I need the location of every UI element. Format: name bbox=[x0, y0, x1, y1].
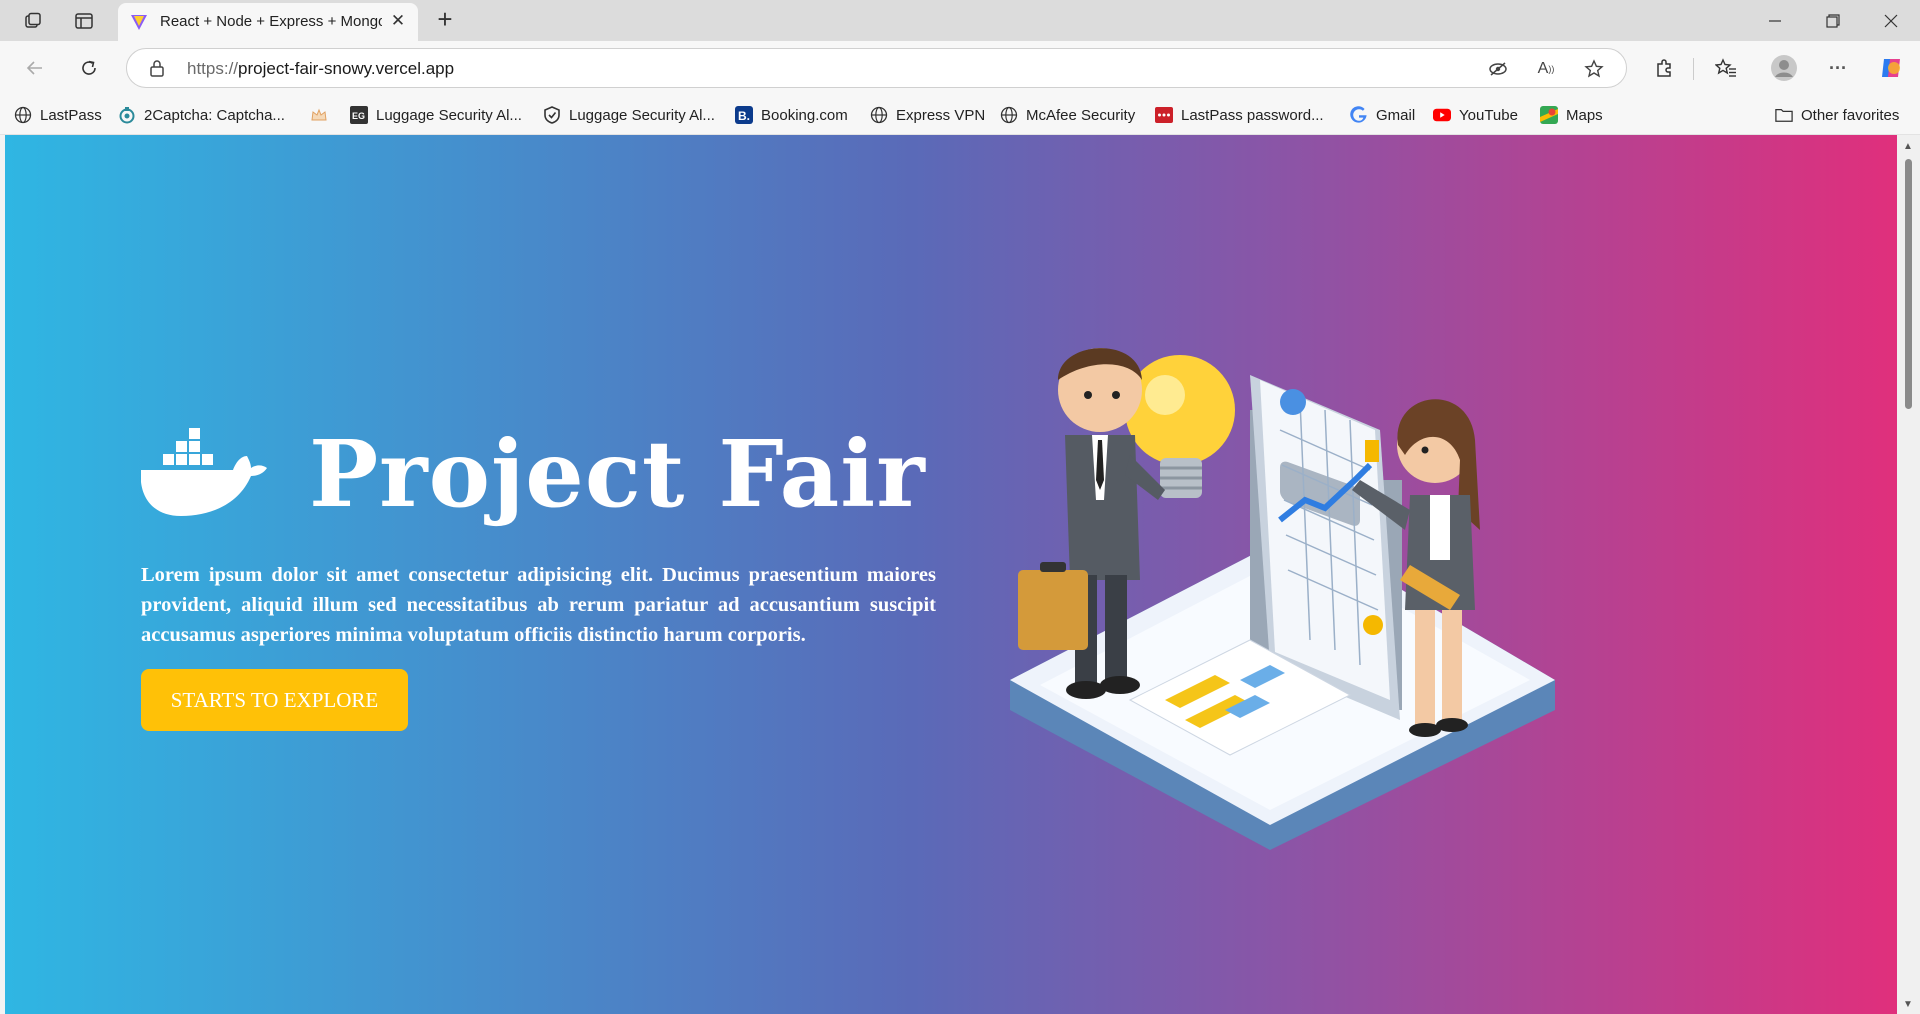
bookmark-gmail[interactable]: Gmail bbox=[1350, 101, 1415, 129]
refresh-icon[interactable] bbox=[74, 53, 104, 83]
folder-icon bbox=[1775, 106, 1793, 124]
crown-icon bbox=[310, 106, 328, 124]
bookmark-booking[interactable]: B. Booking.com bbox=[735, 101, 848, 129]
bookmark-2captcha[interactable]: 2Captcha: Captcha... bbox=[118, 101, 285, 129]
bookmark-crown[interactable] bbox=[310, 101, 336, 129]
vertical-scrollbar[interactable]: ▲ ▼ bbox=[1897, 135, 1920, 1014]
globe-icon bbox=[14, 106, 32, 124]
bookmark-label: 2Captcha: Captcha... bbox=[144, 106, 285, 124]
extensions-icon[interactable] bbox=[1649, 53, 1679, 83]
lock-icon[interactable] bbox=[149, 59, 165, 82]
page-title: Project Fair bbox=[309, 420, 926, 528]
other-favorites[interactable]: Other favorites bbox=[1775, 101, 1899, 129]
read-aloud-icon[interactable]: A)) bbox=[1535, 58, 1557, 80]
docker-whale-icon bbox=[141, 426, 269, 523]
new-tab-button[interactable]: + bbox=[430, 6, 460, 36]
minimize-icon[interactable] bbox=[1755, 6, 1795, 36]
vertical-tabs-icon[interactable] bbox=[69, 6, 99, 36]
url-text[interactable]: https://project-fair-snowy.vercel.app bbox=[187, 59, 454, 79]
favorite-star-icon[interactable] bbox=[1583, 58, 1605, 80]
hero-description: Lorem ipsum dolor sit amet consectetur a… bbox=[141, 564, 936, 646]
bookmark-express-vpn[interactable]: Express VPN bbox=[870, 101, 985, 129]
bookmark-label: YouTube bbox=[1459, 106, 1518, 124]
bookmarks-bar: LastPass 2Captcha: Captcha... EG Luggage… bbox=[0, 95, 1920, 135]
bookmark-label: LastPass password... bbox=[1181, 106, 1324, 124]
svg-text:B.: B. bbox=[738, 109, 750, 123]
copilot-icon[interactable] bbox=[1876, 53, 1906, 83]
globe-icon bbox=[1000, 106, 1018, 124]
active-tab[interactable]: React + Node + Express + MongoDB ✕ bbox=[118, 3, 418, 41]
bookmark-label: Express VPN bbox=[896, 106, 986, 124]
scrollbar-thumb[interactable] bbox=[1905, 159, 1912, 409]
booking-icon: B. bbox=[735, 106, 753, 124]
bookmark-youtube[interactable]: YouTube bbox=[1433, 101, 1518, 129]
bookmark-luggage-security-2[interactable]: Luggage Security Al... bbox=[543, 101, 715, 129]
scroll-up-arrow-icon[interactable]: ▲ bbox=[1903, 141, 1913, 152]
google-icon bbox=[1350, 106, 1368, 124]
bookmark-lastpass-password[interactable]: LastPass password... bbox=[1155, 101, 1324, 129]
svg-text:EG: EG bbox=[352, 111, 365, 121]
explore-button[interactable]: STARTS TO EXPLORE bbox=[141, 669, 408, 731]
tab-title: React + Node + Express + MongoDB bbox=[160, 13, 382, 30]
scroll-down-arrow-icon[interactable]: ▼ bbox=[1903, 999, 1913, 1010]
eg-icon: EG bbox=[350, 106, 368, 124]
tracking-prevention-icon[interactable] bbox=[1487, 58, 1509, 80]
bookmark-label: McAfee Security bbox=[1026, 106, 1136, 124]
toolbar-divider bbox=[1693, 58, 1694, 80]
vite-icon bbox=[130, 13, 148, 36]
tab-bar: React + Node + Express + MongoDB ✕ + bbox=[0, 0, 1920, 41]
nav-bar: https://project-fair-snowy.vercel.app A)… bbox=[0, 41, 1920, 95]
hero-section: Project Fair Lorem ipsum dolor sit amet … bbox=[5, 135, 1897, 1014]
close-tab-icon[interactable]: ✕ bbox=[388, 11, 408, 31]
bookmark-label: LastPass bbox=[40, 106, 102, 124]
close-window-icon[interactable] bbox=[1871, 6, 1911, 36]
globe-icon bbox=[870, 106, 888, 124]
bookmark-mcafee[interactable]: McAfee Security bbox=[1000, 101, 1135, 129]
bookmark-lastpass[interactable]: LastPass bbox=[14, 101, 102, 129]
workspaces-icon[interactable] bbox=[18, 6, 48, 36]
restore-icon[interactable] bbox=[1813, 6, 1853, 36]
more-menu-icon[interactable]: ··· bbox=[1823, 53, 1853, 83]
youtube-icon bbox=[1433, 106, 1451, 124]
bookmark-label: Luggage Security Al... bbox=[376, 106, 522, 124]
business-illustration bbox=[1010, 348, 1555, 850]
profile-avatar[interactable] bbox=[1769, 53, 1799, 83]
bookmark-luggage-security-1[interactable]: EG Luggage Security Al... bbox=[350, 101, 522, 129]
other-favorites-label: Other favorites bbox=[1801, 106, 1900, 124]
favorites-icon[interactable] bbox=[1711, 53, 1741, 83]
bookmark-maps[interactable]: Maps bbox=[1540, 101, 1603, 129]
address-bar[interactable]: https://project-fair-snowy.vercel.app A)… bbox=[126, 48, 1627, 88]
bookmark-label: Luggage Security Al... bbox=[569, 106, 715, 124]
lastpass-icon bbox=[1155, 106, 1173, 124]
back-icon[interactable] bbox=[20, 53, 50, 83]
bookmark-label: Maps bbox=[1566, 106, 1603, 124]
shield-icon bbox=[543, 106, 561, 124]
captcha-icon bbox=[118, 106, 136, 124]
hero-heading: Project Fair bbox=[141, 420, 926, 528]
bookmark-label: Booking.com bbox=[761, 106, 848, 124]
maps-icon bbox=[1540, 106, 1558, 124]
bookmark-label: Gmail bbox=[1376, 106, 1416, 124]
